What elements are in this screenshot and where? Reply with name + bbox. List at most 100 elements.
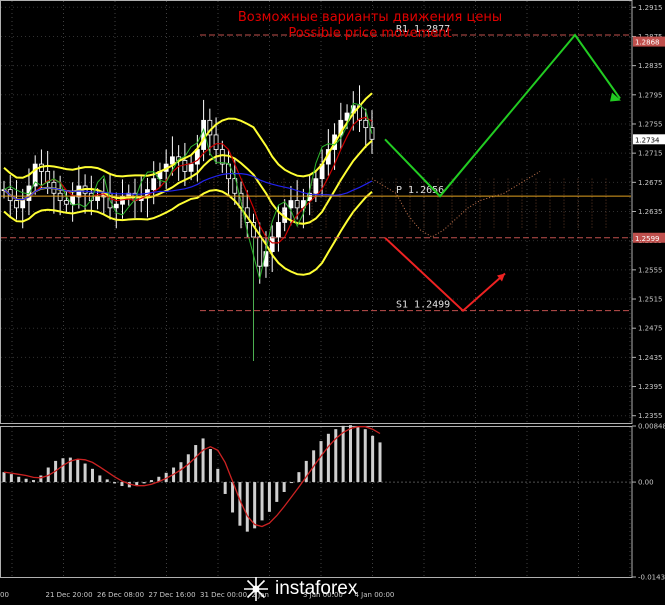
oscillator-bar — [356, 426, 360, 483]
oscillator-bar — [223, 482, 227, 494]
oscillator-bar — [83, 463, 87, 483]
oscillator-bar — [61, 458, 65, 483]
oscillator-bar — [90, 468, 94, 483]
oscillator-bar — [179, 462, 183, 483]
price-axis-tick-label: 1.2355 — [638, 412, 663, 420]
osc-axis-tick-label: 0.00848 — [638, 423, 665, 431]
oscillator-bar — [208, 449, 212, 483]
trading-chart: 1.29151.28751.28351.27951.27551.27151.26… — [0, 0, 665, 599]
candle-body — [151, 178, 157, 191]
candle-body — [63, 200, 69, 205]
oscillator-bar — [319, 441, 323, 483]
osc-axis-tick-label: -0.01436 — [638, 574, 665, 582]
oscillator-bar — [341, 425, 345, 483]
time-axis-tick-label: 00 — [0, 591, 9, 599]
oscillator-bar — [39, 475, 43, 483]
oscillator-bar — [98, 475, 102, 483]
time-axis-tick-label: 26 Dec 08:00 — [97, 591, 144, 599]
oscillator-bar — [201, 438, 205, 483]
oscillator-bar — [245, 482, 249, 532]
price-axis-tick-label: 1.2795 — [638, 91, 663, 99]
oscillator-bar — [194, 445, 198, 483]
candle-body — [57, 192, 63, 201]
oscillator-bar — [371, 435, 375, 483]
time-axis-tick-label: 4 Jan 00:00 — [355, 591, 395, 599]
candle-body — [363, 119, 369, 129]
time-axis-tick-label: 27 Dec 16:00 — [149, 591, 196, 599]
ichimoku-cloud-projection — [371, 170, 541, 238]
oscillator-bar — [17, 476, 21, 483]
candle-body — [194, 149, 200, 165]
oscillator-bar — [253, 482, 257, 529]
oscillator-bar — [149, 480, 153, 483]
oscillator-bar — [363, 429, 367, 483]
time-axis-tick-label: 21 Dec 20:00 — [46, 591, 93, 599]
candle-body — [288, 200, 294, 209]
price-axis-tick-label: 1.2835 — [638, 62, 663, 70]
price-axis-tick-label: 1.2755 — [638, 120, 663, 128]
candle-body — [20, 200, 26, 209]
price-axis-tick-label: 1.2475 — [638, 325, 663, 333]
price-axis-tick-label: 1.2715 — [638, 150, 663, 158]
candle-body — [213, 134, 219, 150]
chart-root: 1.29151.28751.28351.27951.27551.27151.26… — [0, 0, 665, 605]
oscillator-bar — [378, 442, 382, 483]
oscillator-bar — [9, 474, 13, 483]
oscillator-bar — [290, 482, 294, 484]
price-tag-label: 1.2734 — [635, 136, 660, 144]
price-axis-tick-label: 1.2635 — [638, 208, 663, 216]
oscillator-bar — [282, 482, 286, 492]
oscillator-bar — [267, 482, 271, 512]
chart-subtitle: Possible price movement — [288, 26, 451, 41]
time-axis-tick-label: 31 Dec 00:00 — [200, 591, 247, 599]
brand-logo: instaforex — [243, 576, 357, 602]
candle-body — [14, 200, 19, 209]
price-tag-label: 1.2599 — [635, 235, 660, 243]
candle-body — [269, 236, 275, 253]
oscillator-bar — [120, 482, 124, 487]
bollinger-upper-band — [3, 92, 373, 179]
candle-body — [170, 156, 175, 165]
price-axis-tick-label: 1.2435 — [638, 354, 663, 362]
oscillator-bar — [142, 482, 146, 484]
logo-icon — [244, 577, 268, 601]
candle-body — [182, 160, 188, 172]
candle-body — [276, 222, 281, 238]
brand-name: instaforex — [275, 578, 358, 599]
forecast-arrow-up — [384, 33, 621, 198]
oscillator-bar — [275, 482, 279, 502]
price-axis-tick-label: 1.2915 — [638, 4, 663, 12]
oscillator-bar — [216, 468, 220, 483]
oscillator-bar — [105, 479, 109, 483]
oscillator-bar — [24, 478, 28, 483]
chart-title: Возможные варианты движения цены — [238, 10, 502, 25]
price-tag-label: 1.2868 — [635, 39, 660, 47]
candle-body — [113, 203, 119, 209]
oscillator-bar — [260, 482, 264, 521]
oscillator-bar — [349, 425, 353, 483]
bollinger-lower-band — [3, 188, 373, 276]
price-axis-tick-label: 1.2515 — [638, 296, 663, 304]
pivot-level-label-p: P 1.2656 — [396, 185, 444, 196]
oscillator-bar — [231, 482, 235, 513]
oscillator-bar — [326, 433, 330, 483]
price-axis-tick-label: 1.2555 — [638, 266, 663, 274]
candle-body — [313, 178, 319, 194]
candle-body — [257, 236, 263, 267]
candle-body — [294, 200, 300, 209]
osc-axis-tick-label: 0.00 — [638, 479, 654, 487]
candle-body — [188, 163, 194, 172]
price-axis-tick-label: 1.2675 — [638, 179, 663, 187]
oscillator-signal-line — [3, 426, 381, 528]
oscillator-bar — [113, 482, 117, 484]
oscillator-bar — [76, 459, 80, 483]
oscillator-bar — [31, 480, 35, 483]
candle-body — [219, 149, 225, 165]
price-axis-tick-label: 1.2395 — [638, 383, 663, 391]
oscillator-bar — [2, 472, 6, 483]
oscillator-bar — [297, 472, 301, 483]
oscillator-bar — [186, 454, 190, 483]
pivot-level-label-s1: S1 1.2499 — [396, 300, 450, 311]
candle-body — [95, 196, 100, 201]
oscillator-panel-frame — [0, 426, 633, 578]
